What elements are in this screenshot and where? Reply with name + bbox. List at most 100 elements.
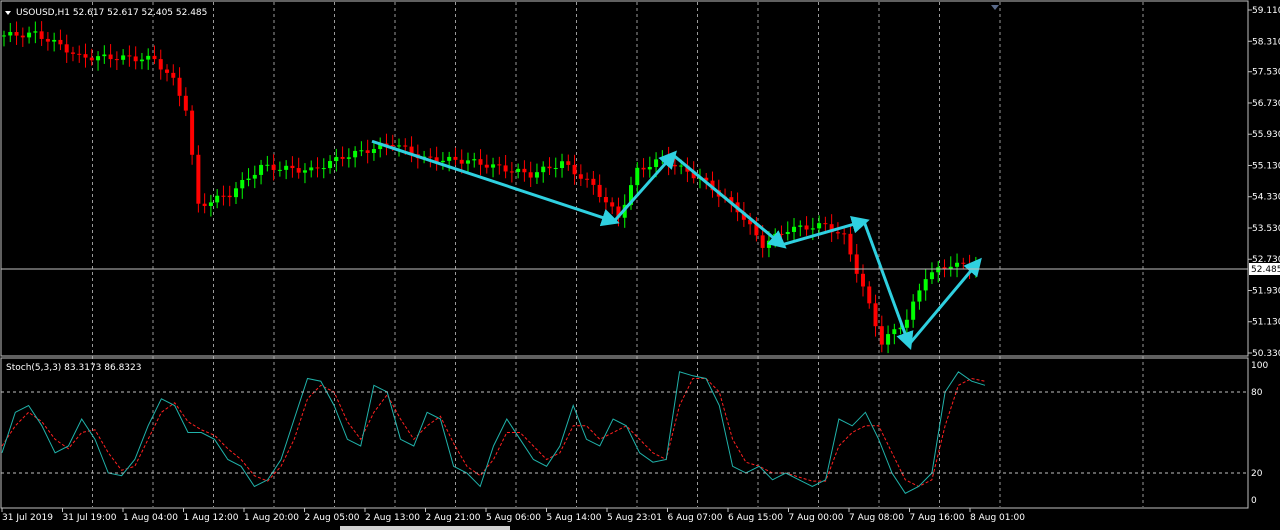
candle-body (904, 319, 909, 328)
candle-body (672, 164, 677, 167)
candle-body (961, 262, 966, 264)
candle-body (328, 161, 333, 169)
candle-body (528, 172, 533, 178)
price-tick-label: 55.130 (1252, 161, 1280, 171)
chart-background (0, 0, 1280, 530)
candle-body (177, 77, 182, 96)
candle-body (459, 159, 464, 164)
candle-body (334, 156, 339, 162)
candle-body (804, 225, 809, 230)
trading-chart[interactable]: 59.110 58.310 57.530 56.730 55.930 55.130 54.3… (0, 0, 1280, 530)
candle-body (146, 55, 151, 60)
candle-body (516, 168, 521, 172)
candle-body (96, 56, 101, 61)
candle-body (547, 166, 552, 169)
candle-body (183, 95, 188, 111)
candle-body (233, 188, 238, 198)
candle-body (610, 202, 615, 207)
candle-body (879, 326, 884, 345)
candle-body (365, 150, 370, 153)
stoch-level-label: 100 (1251, 361, 1268, 371)
candle-body (792, 226, 797, 232)
time-tick-label: 1 Aug 20:00 (244, 513, 299, 523)
candle-body (359, 150, 364, 152)
chart-header: USOUSD,H1 52.617 52.617 52.405 52.485 (16, 8, 207, 18)
candle-body (917, 290, 922, 302)
candle-body (503, 165, 508, 172)
time-tick-label: 7 Aug 08:00 (849, 513, 904, 523)
candle-body (77, 53, 82, 55)
candle-body (190, 110, 195, 155)
stoch-level-label: 80 (1251, 388, 1263, 398)
time-tick-label: 31 Jul 19:00 (63, 513, 117, 523)
candle-body (346, 157, 351, 159)
price-tick-label: 53.530 (1252, 224, 1280, 234)
candle-body (20, 35, 25, 38)
candle-body (114, 59, 119, 61)
price-tick-label: 56.730 (1252, 99, 1280, 109)
candle-body (271, 164, 276, 170)
candle-body (911, 301, 916, 320)
candle-body (70, 52, 75, 54)
candle-body (165, 69, 170, 73)
price-tick-label: 54.330 (1252, 193, 1280, 203)
candle-body (842, 233, 847, 235)
candle-body (315, 167, 320, 169)
candle-body (484, 164, 489, 168)
candle-body (39, 31, 44, 39)
candle-body (196, 154, 201, 204)
candle-body (259, 164, 264, 175)
candle-body (497, 164, 502, 166)
candle-body (240, 179, 245, 189)
stoch-header: Stoch(5,3,3) 83.3173 86.8323 (6, 363, 141, 373)
price-tick-label: 50.330 (1252, 349, 1280, 359)
candle-body (171, 72, 176, 78)
candle-body (227, 195, 232, 198)
price-tick-label: 55.930 (1252, 130, 1280, 140)
candle-body (265, 164, 270, 166)
candle-body (397, 145, 402, 147)
candle-body (572, 164, 577, 175)
candle-body (766, 240, 771, 248)
horizontal-scroll-indicator[interactable] (340, 526, 510, 530)
candle-body (64, 44, 69, 53)
time-tick-label: 1 Aug 12:00 (184, 513, 239, 523)
candle-body (923, 279, 928, 291)
time-tick-label: 5 Aug 23:01 (607, 513, 662, 523)
price-tick-label: 51.130 (1252, 318, 1280, 328)
candle-body (929, 272, 934, 280)
time-tick-label: 5 Aug 14:00 (547, 513, 602, 523)
candle-body (340, 156, 345, 159)
candle-body (290, 165, 295, 169)
candle-body (121, 55, 126, 60)
candle-body (566, 161, 571, 165)
candle-body (246, 178, 251, 180)
candle-body (585, 178, 590, 180)
candle-body (302, 170, 307, 173)
candle-body (854, 254, 859, 274)
candle-body (453, 156, 458, 160)
candle-body (522, 168, 527, 173)
candle-body (127, 55, 132, 57)
candle-body (202, 203, 207, 206)
candle-body (465, 160, 470, 164)
price-tick-label: 57.530 (1252, 68, 1280, 78)
candle-body (440, 160, 445, 163)
candle-body (534, 172, 539, 178)
candle-body (252, 174, 257, 179)
time-tick-label: 2 Aug 21:00 (426, 513, 481, 523)
candle-body (284, 165, 289, 170)
candle-body (641, 167, 646, 170)
candle-body (2, 35, 6, 37)
candle-body (892, 329, 897, 335)
candle-body (848, 233, 853, 255)
candle-body (647, 167, 652, 170)
candle-body (541, 166, 546, 173)
candle-body (654, 159, 659, 168)
candle-body (208, 202, 213, 206)
candle-body (158, 59, 163, 70)
candle-body (33, 31, 38, 33)
candle-body (472, 159, 477, 161)
time-tick-label: 8 Aug 01:00 (970, 513, 1025, 523)
price-tick-label: 59.110 (1252, 6, 1280, 16)
